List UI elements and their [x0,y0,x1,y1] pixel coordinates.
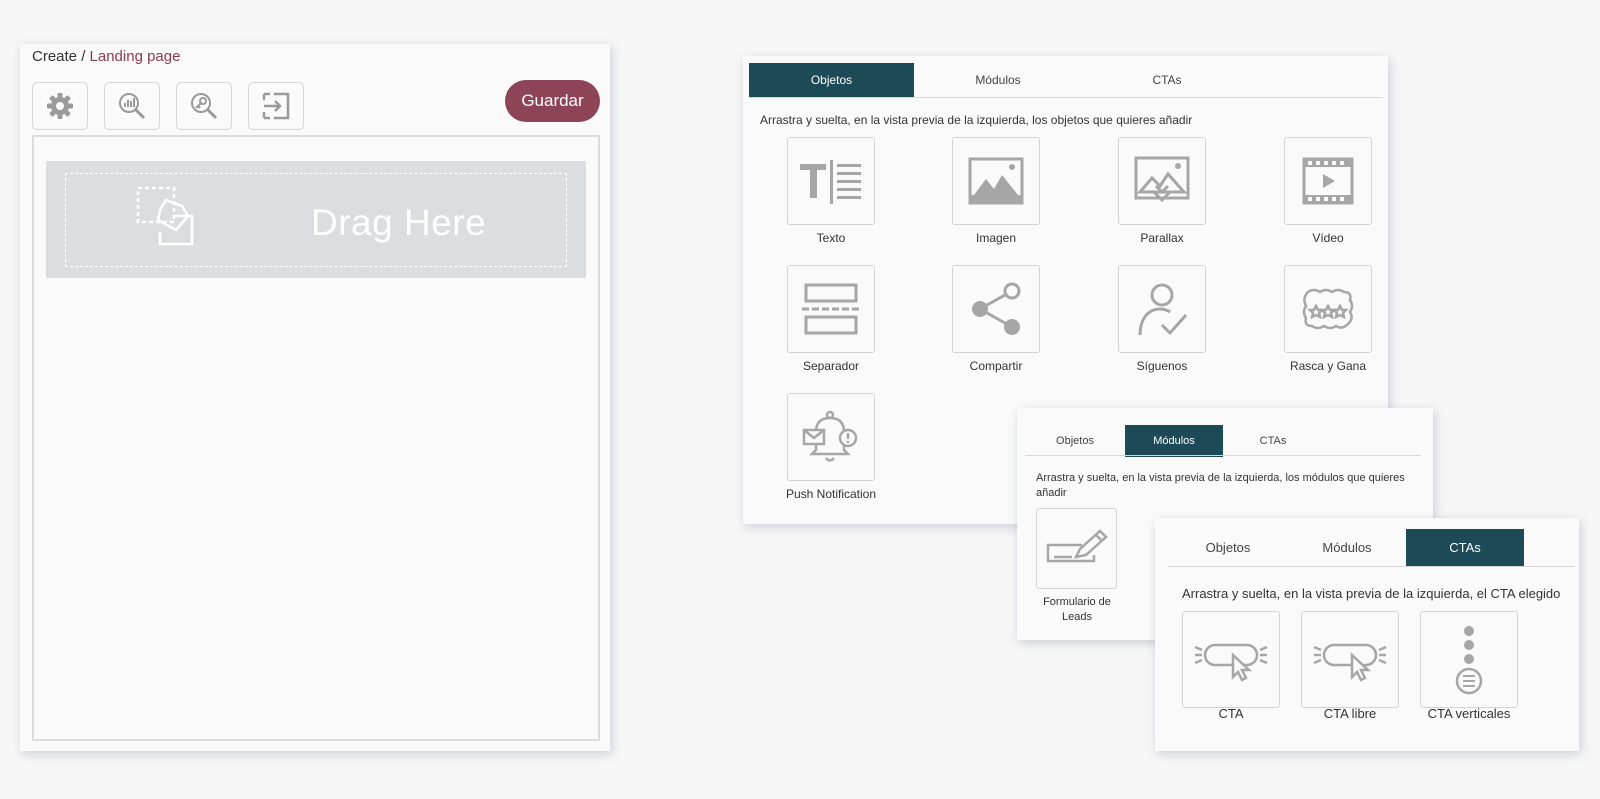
cta-tile-cta[interactable] [1182,611,1280,708]
ctas-instructions: Arrastra y suelta, en la vista previa de… [1182,586,1561,601]
gear-icon [44,90,76,122]
cta-icon [1193,637,1269,683]
modules-panel-tabs: Objetos Módulos CTAs [1025,425,1323,457]
analytics-search-icon [116,90,148,122]
key-search-icon [188,90,220,122]
cta-label-cta: CTA [1218,706,1244,721]
object-tile-parallax[interactable] [1118,137,1206,225]
tab-ctas[interactable]: CTAs [1082,63,1252,97]
drop-zone[interactable]: Drag Here [46,161,586,278]
tab-objetos[interactable]: Objetos [749,63,914,97]
parallax-icon [1134,156,1190,206]
save-button[interactable]: Guardar [505,80,600,122]
scratch-icon [1300,286,1356,332]
drag-drop-icon [136,186,198,248]
cta-label-free: CTA libre [1323,706,1377,721]
tab-objetos[interactable]: Objetos [1025,425,1125,457]
cta-tile-free[interactable] [1301,611,1399,708]
ctas-panel-tabs: Objetos Módulos CTAs [1168,529,1524,566]
drop-zone-border: Drag Here [65,173,567,267]
object-label-scratch: Rasca y Gana [1289,359,1367,373]
tab-modulos[interactable]: Módulos [1288,529,1406,566]
follow-icon [1134,281,1190,337]
object-label-image: Imagen [975,231,1017,245]
share-icon [970,281,1022,337]
drop-zone-label: Drag Here [311,202,487,243]
object-tile-share[interactable] [952,265,1040,353]
tab-ctas[interactable]: CTAs [1406,529,1524,566]
object-tile-follow[interactable] [1118,265,1206,353]
object-tile-image[interactable] [952,137,1040,225]
object-tile-video[interactable] [1284,137,1372,225]
tab-modulos[interactable]: Módulos [1125,425,1223,457]
object-tile-push-notification[interactable] [787,393,875,481]
preview-canvas[interactable]: Drag Here [32,135,600,741]
object-tile-separator[interactable] [787,265,875,353]
analytics-button[interactable] [104,82,160,130]
text-icon [798,156,864,206]
exit-button[interactable] [248,82,304,130]
object-label-text: Texto [816,231,846,245]
cta-free-icon [1312,637,1388,683]
separator-icon [802,283,860,335]
breadcrumb-current: Landing page [89,48,181,65]
object-label-push-notification: Push Notification [785,487,877,501]
object-label-separator: Separador [802,359,860,373]
breadcrumb-root[interactable]: Create / [32,48,85,65]
preview-button[interactable] [176,82,232,130]
tabs-divider [749,97,1383,98]
ctas-panel: Objetos Módulos CTAs Arrastra y suelta, … [1155,518,1579,751]
cta-label-vertical: CTA verticales [1427,706,1511,721]
exit-icon [260,90,292,122]
lead-form-icon [1046,528,1108,569]
tab-modulos[interactable]: Módulos [914,63,1082,97]
breadcrumb: Create / Landing page [32,48,180,65]
video-icon [1302,157,1354,205]
object-label-parallax: Parallax [1140,231,1184,245]
modules-instructions: Arrastra y suelta, en la vista previa de… [1036,472,1405,499]
objects-panel-tabs: Objetos Módulos CTAs [749,63,1252,97]
object-label-video: Vídeo [1312,231,1344,245]
module-tile-lead-form[interactable] [1036,508,1117,589]
objects-instructions: Arrastra y suelta, en la vista previa de… [760,113,1193,127]
settings-button[interactable] [32,82,88,130]
landing-editor: Create / Landing page Guardar Drag Here [20,44,610,751]
tab-objetos[interactable]: Objetos [1168,529,1288,566]
object-tile-scratch[interactable] [1284,265,1372,353]
image-icon [968,157,1024,205]
cta-tile-vertical[interactable] [1420,611,1518,708]
cta-vertical-icon [1452,625,1486,695]
push-notification-icon [802,410,860,464]
object-tile-text[interactable] [787,137,875,225]
object-label-share: Compartir [969,359,1023,373]
tab-ctas[interactable]: CTAs [1223,425,1323,457]
object-label-follow: Síguenos [1136,359,1188,373]
tabs-divider [1025,455,1421,456]
tabs-divider [1168,566,1574,567]
module-label-lead-form: Formulario de Leads [1043,596,1111,623]
